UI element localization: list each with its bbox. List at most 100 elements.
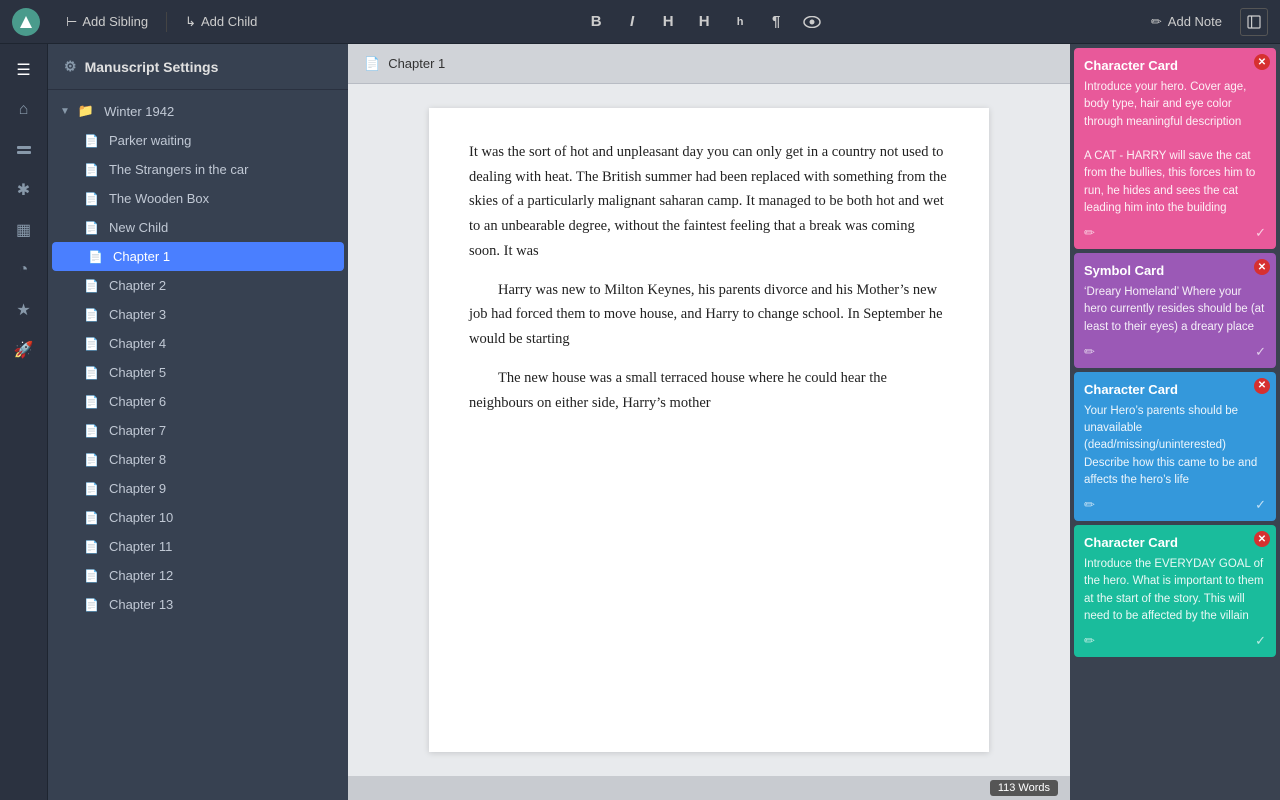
tree-item-chapter10[interactable]: 📄 Chapter 10 <box>48 503 348 532</box>
note-edit-icon-note3[interactable]: ✏ <box>1084 497 1095 513</box>
note-edit-icon-note4[interactable]: ✏ <box>1084 633 1095 649</box>
tree-item-winter1942[interactable]: ▼📁Winter 1942 <box>48 96 348 126</box>
italic-button[interactable]: I <box>617 8 647 36</box>
tree-item-label: Chapter 6 <box>109 394 166 409</box>
sidebar-header: ⚙ Manuscript Settings <box>48 44 348 90</box>
tree-item-label: Chapter 7 <box>109 423 166 438</box>
add-note-button[interactable]: ✏ Add Note <box>1141 10 1232 34</box>
heading3-button[interactable]: h <box>725 8 755 36</box>
doc-icon: 📄 <box>84 366 99 380</box>
note-footer-note4: ✏ ✓ <box>1084 633 1266 649</box>
sidebar-icon-clock[interactable]: ◔ <box>6 252 42 288</box>
note-close-note3[interactable]: ✕ <box>1254 378 1270 394</box>
editor-tab: 📄 Chapter 1 <box>348 44 1070 84</box>
tree-item-chapter3[interactable]: 📄Chapter 3 <box>48 300 348 329</box>
doc-icon: 📄 <box>84 598 99 612</box>
tree-item-chapter5[interactable]: 📄 Chapter 5 <box>48 358 348 387</box>
sidebar-icon-snowflake[interactable]: ✱ <box>6 172 42 208</box>
note-card-title-note3: Character Card <box>1084 382 1266 397</box>
note-close-note4[interactable]: ✕ <box>1254 531 1270 547</box>
note-check-icon-note2[interactable]: ✓ <box>1255 344 1266 360</box>
folder-icon: 📁 <box>78 103 94 119</box>
notes-sidebar: ✕ Character Card Introduce your hero. Co… <box>1070 44 1280 800</box>
doc-icon: 📄 <box>84 511 99 525</box>
tree-item-chapter12[interactable]: 📄Chapter 12 <box>48 561 348 590</box>
tree-item-label: Parker waiting <box>109 133 191 148</box>
tree-item-chapter8[interactable]: 📄Chapter 8 <box>48 445 348 474</box>
tree-item-chapter2[interactable]: 📄 Chapter 2 <box>48 271 348 300</box>
preview-button[interactable] <box>797 8 827 36</box>
tree-item-woodenbox[interactable]: 📄The Wooden Box <box>48 184 348 213</box>
tree-item-chapter11[interactable]: 📄Chapter 11 <box>48 532 348 561</box>
tree-item-chapter13[interactable]: 📄 Chapter 13 <box>48 590 348 619</box>
tree-item-label: Chapter 2 <box>109 278 166 293</box>
sidebar-icon-rocket[interactable]: 🚀 <box>6 332 42 368</box>
sidebar-icon-menu[interactable]: ☰ <box>6 52 42 88</box>
note-close-note1[interactable]: ✕ <box>1254 54 1270 70</box>
tree-item-strangers[interactable]: 📄The Strangers in the car <box>48 155 348 184</box>
tree-item-label: New Child <box>109 220 168 235</box>
note-check-icon-note4[interactable]: ✓ <box>1255 633 1266 649</box>
add-child-button[interactable]: ↳ Add Child <box>175 10 267 34</box>
add-sibling-button[interactable]: ⊢ Add Sibling <box>56 10 158 34</box>
editor-area: 📄 Chapter 1 It was the sort of hot and u… <box>348 44 1070 800</box>
note-card-note3: ✕ Character Card Your Hero’s parents sho… <box>1074 372 1276 521</box>
tree-item-chapter1[interactable]: 📄Chapter 1 <box>52 242 344 271</box>
tree-item-label: Chapter 10 <box>109 510 173 525</box>
doc-icon: 📄 <box>84 453 99 467</box>
heading2-button[interactable]: H <box>689 8 719 36</box>
word-count-badge: 113 Words <box>990 780 1058 796</box>
doc-icon: 📄 <box>84 540 99 554</box>
add-sibling-label: Add Sibling <box>82 14 148 29</box>
paper[interactable]: It was the sort of hot and unpleasant da… <box>429 108 989 752</box>
note-check-icon-note1[interactable]: ✓ <box>1255 225 1266 241</box>
paragraph-0: It was the sort of hot and unpleasant da… <box>469 140 949 263</box>
note-footer-note2: ✏ ✓ <box>1084 344 1266 360</box>
sidebar-icon-grid[interactable]: ▦ <box>6 212 42 248</box>
doc-icon: 📄 <box>84 163 99 177</box>
tree-item-chapter4[interactable]: 📄Chapter 4 <box>48 329 348 358</box>
doc-icon: 📄 <box>84 424 99 438</box>
doc-icon: 📄 <box>84 482 99 496</box>
add-child-label: Add Child <box>201 14 257 29</box>
icon-sidebar: ☰ ⌂ ✱ ▦ ◔ ★ 🚀 <box>0 44 48 800</box>
note-close-note2[interactable]: ✕ <box>1254 259 1270 275</box>
toolbar-divider-1 <box>166 12 167 32</box>
gear-icon: ⚙ <box>64 58 77 75</box>
tab-doc-icon: 📄 <box>364 56 380 72</box>
note-edit-icon-note1[interactable]: ✏ <box>1084 225 1095 241</box>
add-note-icon: ✏ <box>1151 14 1162 30</box>
tree-item-chapter7[interactable]: 📄 Chapter 7 <box>48 416 348 445</box>
editor-content[interactable]: It was the sort of hot and unpleasant da… <box>348 84 1070 776</box>
note-card-body-note4: Introduce the EVERYDAY GOAL of the hero.… <box>1084 556 1266 625</box>
bold-button[interactable]: B <box>581 8 611 36</box>
tree-item-newchild[interactable]: 📄New Child <box>48 213 348 242</box>
tree-item-parker[interactable]: 📄Parker waiting <box>48 126 348 155</box>
sidebar-icon-star[interactable]: ★ <box>6 292 42 328</box>
doc-icon: 📄 <box>84 395 99 409</box>
paragraph-button[interactable]: ¶ <box>761 8 791 36</box>
doc-icon: 📄 <box>84 569 99 583</box>
tree-item-chapter9[interactable]: 📄Chapter 9 <box>48 474 348 503</box>
tree-item-label: Chapter 13 <box>109 597 173 612</box>
doc-icon: 📄 <box>84 337 99 351</box>
tree-item-chapter6[interactable]: 📄 Chapter 6 <box>48 387 348 416</box>
word-count-bar: 113 Words <box>348 776 1070 800</box>
note-footer-note1: ✏ ✓ <box>1084 225 1266 241</box>
expand-button[interactable] <box>1240 8 1268 36</box>
heading1-button[interactable]: H <box>653 8 683 36</box>
sidebar-icon-layers[interactable] <box>6 132 42 168</box>
main-layout: ☰ ⌂ ✱ ▦ ◔ ★ 🚀 ⚙ Manuscript Settings ▼📁Wi… <box>0 44 1280 800</box>
doc-icon: 📄 <box>84 279 99 293</box>
note-card-body-note1: Introduce your hero. Cover age, body typ… <box>1084 79 1266 217</box>
note-card-note2: ✕ Symbol Card ‘Dreary Homeland’ Where yo… <box>1074 253 1276 368</box>
tree-item-label: Winter 1942 <box>104 104 174 119</box>
sidebar-title: Manuscript Settings <box>85 59 219 75</box>
note-card-note4: ✕ Character Card Introduce the EVERYDAY … <box>1074 525 1276 657</box>
note-edit-icon-note2[interactable]: ✏ <box>1084 344 1095 360</box>
note-check-icon-note3[interactable]: ✓ <box>1255 497 1266 513</box>
note-card-body-note3: Your Hero’s parents should be unavailabl… <box>1084 403 1266 489</box>
toolbar-right: ✏ Add Note <box>1141 8 1268 36</box>
tree-item-label: Chapter 5 <box>109 365 166 380</box>
sidebar-icon-home[interactable]: ⌂ <box>6 92 42 128</box>
